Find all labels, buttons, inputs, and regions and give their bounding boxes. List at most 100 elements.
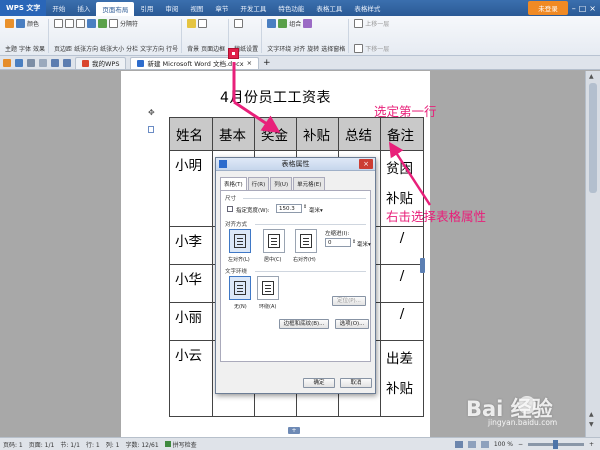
tab-my-wps[interactable]: 我的WPS: [75, 56, 127, 69]
tab-page-layout[interactable]: 页面布局: [96, 2, 135, 16]
tab-home[interactable]: 开始: [46, 0, 71, 16]
scroll-up-icon[interactable]: ▲: [589, 73, 594, 80]
header-cell[interactable]: 备注: [380, 117, 424, 151]
maximize-icon[interactable]: □: [579, 4, 587, 13]
align-center-option[interactable]: [263, 229, 285, 253]
line-numbers-button[interactable]: 行号: [166, 44, 178, 53]
select-pane-button[interactable]: 选择窗格: [321, 44, 345, 53]
width-input[interactable]: 150.3: [276, 204, 302, 213]
preview-icon[interactable]: [39, 58, 47, 67]
scroll-prev-page-icon[interactable]: ▲: [589, 411, 594, 418]
print-icon[interactable]: [27, 58, 35, 67]
zoom-in-icon[interactable]: +: [589, 441, 594, 448]
color-button[interactable]: 颜色: [27, 19, 39, 28]
tab-developer[interactable]: 开发工具: [234, 0, 272, 16]
view-mode-icon[interactable]: [454, 440, 463, 448]
header-cell[interactable]: 基本: [212, 117, 255, 151]
bring-forward-button[interactable]: 上移一层: [365, 19, 389, 28]
header-cell[interactable]: 奖金: [254, 117, 297, 151]
tab-column[interactable]: 列(U): [270, 177, 293, 190]
zoom-slider[interactable]: [527, 439, 584, 449]
name-cell[interactable]: 小明: [169, 150, 213, 227]
effect-button[interactable]: 效果: [33, 44, 45, 53]
save-icon[interactable]: [15, 58, 23, 67]
undo-icon[interactable]: [51, 58, 59, 67]
tab-review[interactable]: 审阅: [159, 0, 184, 16]
remark-cell[interactable]: /: [380, 302, 424, 341]
borders-shading-button[interactable]: 边框和底纹(B)...: [279, 319, 329, 329]
font-button[interactable]: 字体: [19, 44, 31, 53]
scrollbar-thumb[interactable]: [589, 83, 597, 193]
add-row-icon[interactable]: +: [288, 427, 300, 434]
tab-table[interactable]: 表格(T): [220, 177, 247, 190]
tab-table-tools[interactable]: 表格工具: [310, 0, 348, 16]
remark-cell[interactable]: 出差补贴: [380, 340, 424, 417]
zoom-out-icon[interactable]: −: [518, 441, 523, 448]
table-header-row[interactable]: 姓名 基本 奖金 补贴 总结 备注: [169, 117, 424, 151]
align-left-option[interactable]: [229, 229, 251, 253]
position-button[interactable]: 定位(P)...: [332, 296, 366, 306]
dialog-titlebar[interactable]: 表格属性 ×: [216, 158, 375, 171]
login-button[interactable]: 未登录: [528, 1, 568, 15]
name-cell[interactable]: 小李: [169, 226, 213, 265]
table-resize-handle[interactable]: [420, 258, 425, 273]
folder-icon[interactable]: [3, 58, 11, 67]
align-button[interactable]: 对齐: [293, 44, 305, 53]
app-menu-button[interactable]: WPS 文字: [0, 0, 47, 16]
scroll-next-page-icon[interactable]: ▼: [589, 421, 594, 428]
close-tab-icon[interactable]: ×: [247, 59, 252, 67]
header-cell[interactable]: 总结: [338, 117, 381, 151]
tab-features[interactable]: 特色功能: [272, 0, 310, 16]
remark-cell[interactable]: /: [380, 226, 424, 265]
header-cell[interactable]: 补贴: [296, 117, 339, 151]
redo-icon[interactable]: [63, 58, 71, 67]
cancel-button[interactable]: 取消: [340, 378, 372, 388]
indent-spinner-icon[interactable]: ⇕: [352, 239, 356, 245]
theme-button[interactable]: 主题: [5, 44, 17, 53]
rotate-button[interactable]: 旋转: [307, 44, 319, 53]
wrap-around-option[interactable]: [257, 276, 279, 300]
width-unit-select[interactable]: 毫米▾: [309, 206, 323, 214]
tab-row[interactable]: 行(R): [247, 177, 270, 190]
tab-chapter[interactable]: 章节: [209, 0, 234, 16]
wrap-none-option[interactable]: [229, 276, 251, 300]
minimize-icon[interactable]: –: [572, 4, 576, 13]
width-checkbox[interactable]: [227, 206, 233, 212]
align-right-option[interactable]: [295, 229, 317, 253]
columns-button[interactable]: 分栏: [126, 44, 138, 53]
indent-input[interactable]: 0: [325, 238, 351, 247]
dialog-close-button[interactable]: ×: [359, 159, 373, 169]
status-words[interactable]: 字数: 12/61: [125, 440, 158, 449]
tab-cell[interactable]: 单元格(E): [293, 177, 326, 190]
name-cell[interactable]: 小云: [169, 340, 213, 417]
tab-document[interactable]: 新建 Microsoft Word 文档.docx ×: [130, 56, 260, 69]
options-button[interactable]: 选项(O)...: [335, 319, 369, 329]
view-mode-icon[interactable]: [467, 440, 476, 448]
close-window-icon[interactable]: ×: [589, 4, 596, 13]
width-spinner-icon[interactable]: ⇕: [303, 204, 307, 210]
vertical-scrollbar[interactable]: ▲ ▲ ▼: [585, 71, 600, 437]
remark-cell[interactable]: /: [380, 264, 424, 303]
send-backward-button[interactable]: 下移一层: [365, 44, 389, 53]
zoom-slider-knob[interactable]: [553, 439, 559, 449]
header-cell[interactable]: 姓名: [169, 117, 213, 151]
view-mode-icon[interactable]: [480, 440, 489, 448]
table-move-handle-icon[interactable]: ✥: [148, 108, 155, 117]
group-button[interactable]: 组合: [289, 19, 301, 28]
page-border-button[interactable]: 页面边框: [201, 44, 225, 53]
spell-check-status[interactable]: 拼写检查: [164, 440, 197, 449]
separator-button[interactable]: 分隔符: [120, 19, 138, 28]
name-cell[interactable]: 小华: [169, 264, 213, 303]
tab-references[interactable]: 引用: [134, 0, 159, 16]
tab-insert[interactable]: 插入: [71, 0, 96, 16]
name-cell[interactable]: 小丽: [169, 302, 213, 341]
text-direction-button[interactable]: 文字方向: [140, 44, 164, 53]
text-wrap-button[interactable]: 文字环绕: [267, 44, 291, 53]
margin-button[interactable]: 页边距: [54, 44, 72, 53]
background-button[interactable]: 背景: [187, 44, 199, 53]
tab-table-style[interactable]: 表格样式: [348, 0, 386, 16]
new-tab-icon[interactable]: +: [263, 58, 271, 68]
indent-unit-select[interactable]: 毫米▾: [357, 240, 371, 248]
tab-view[interactable]: 视图: [184, 0, 209, 16]
paper-size-button[interactable]: 纸张大小: [100, 44, 124, 53]
